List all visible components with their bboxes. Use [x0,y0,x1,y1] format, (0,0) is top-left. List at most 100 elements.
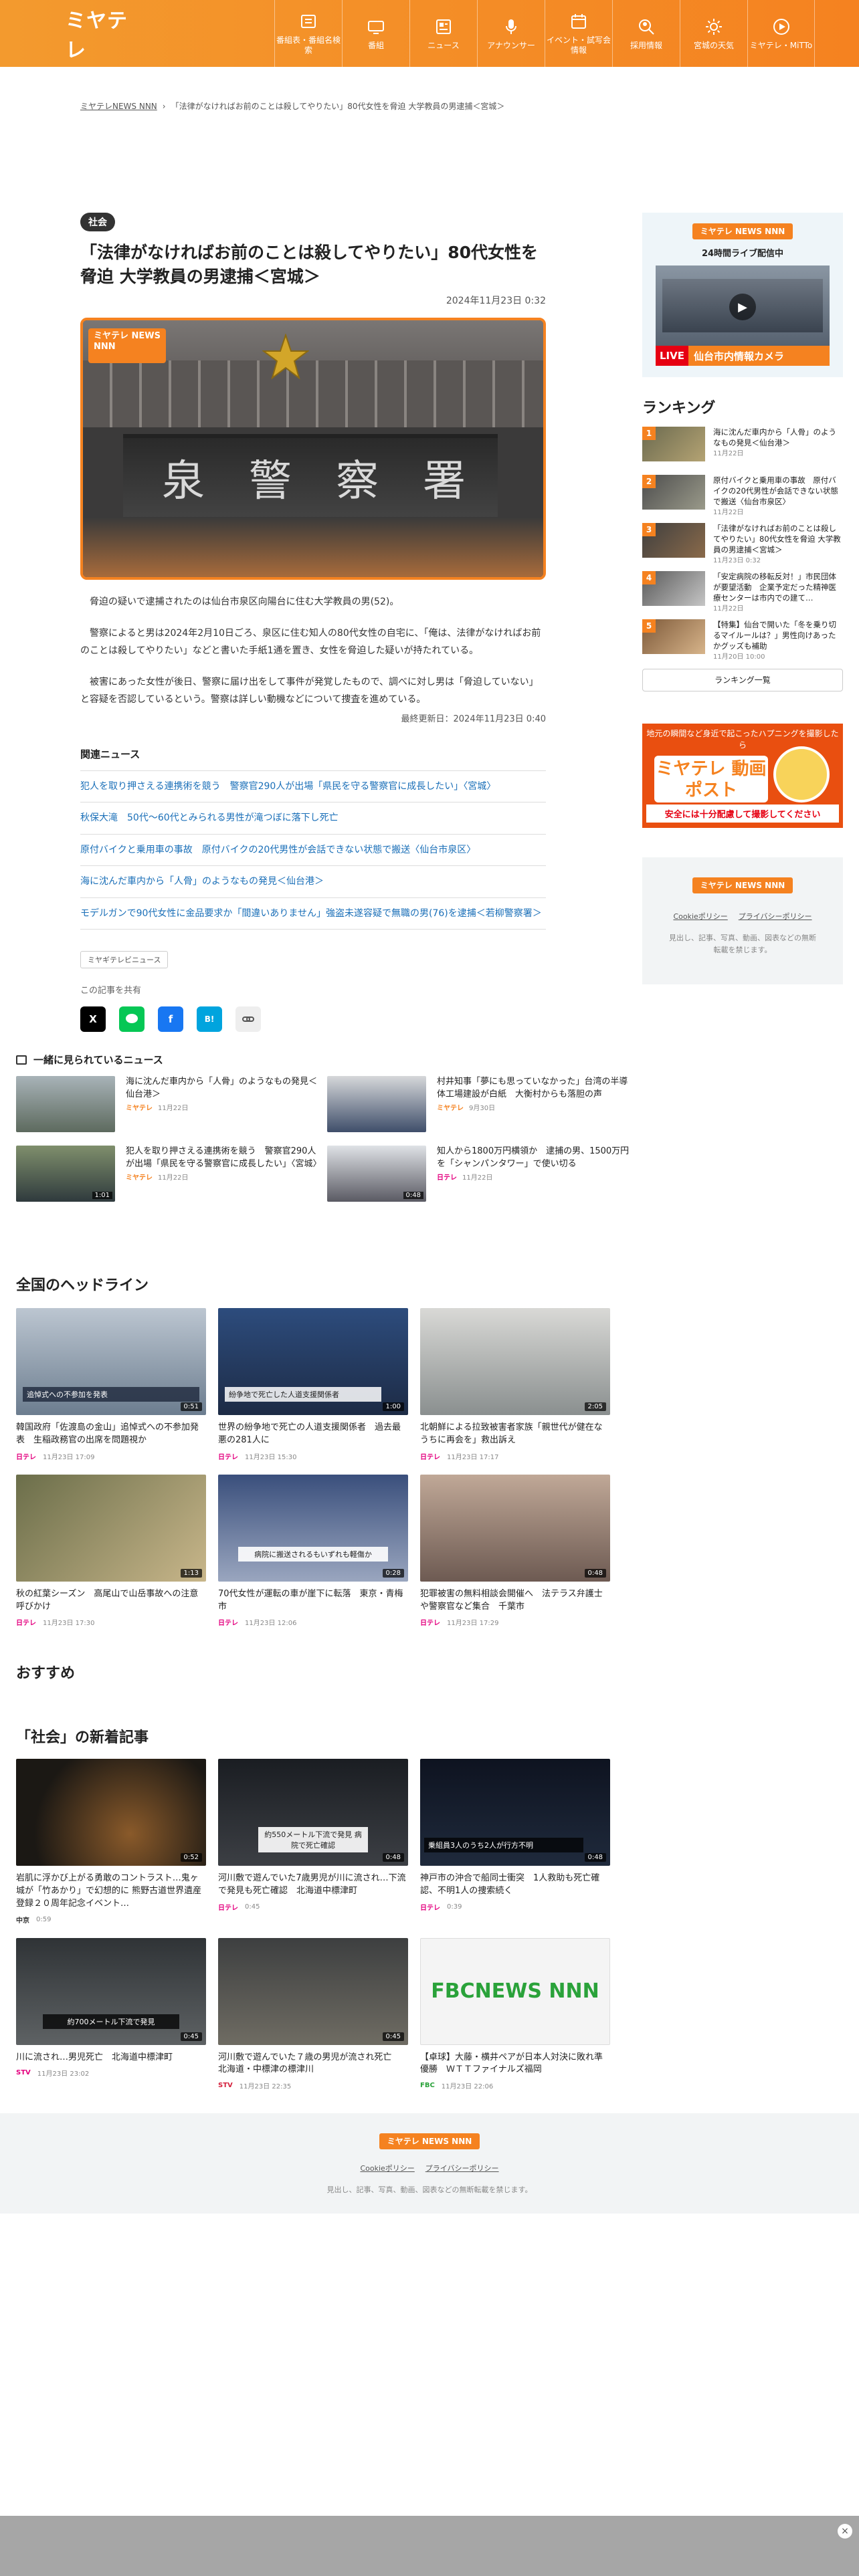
breadcrumb-home[interactable]: ミヤテレNEWS NNN [80,102,157,111]
nav-weather[interactable]: 宮城の天気 [680,0,747,67]
nav-tv-guide[interactable]: 番組表・番組名検索 [274,0,342,67]
nav-programs[interactable]: 番組 [342,0,409,67]
nav-events[interactable]: イベント・試写会情報 [545,0,612,67]
main-nav: 番組表・番組名検索 番組 ニュース アナウンサー イベント・試写会情報 採用情報… [274,0,815,67]
related-news-link[interactable]: 秋保大滝 50代〜60代とみられる男性が滝つぼに落下し死亡 [80,802,546,835]
rank-number: 2 [642,475,656,488]
news-icon [434,17,454,37]
ranking-item[interactable]: 1 海に沈んだ車内から「人骨」のようなもの発見＜仙台港＞ 11月22日 [642,427,843,465]
nav-label: ニュース [427,40,460,50]
article-title: 「法律がなければお前のことは殺してやりたい」80代女性を脅迫 大学教員の男逮捕＜… [80,243,539,286]
related-news-list: 犯人を取り押さえる連携術を競う 警察官290人が出場「県民を守る警察官に成長した… [80,771,546,930]
facebook-share-icon[interactable]: f [158,1006,183,1032]
news-thumbnail: 約700メートル下流で発見 0:45 [16,1937,206,2045]
line-share-icon[interactable] [119,1006,145,1032]
microphone-icon [501,17,521,37]
live-text: 24時間ライブ配信中 [701,249,784,259]
thumbnail-caption: 紛争地で死亡した人道支援関係者 [225,1387,381,1402]
widely-read-item[interactable]: 海に沈んだ車内から「人骨」のようなもの発見＜仙台港＞ ミヤテレ 11月22日 [16,1076,320,1134]
ranking-thumbnail: 5 [642,619,705,654]
rank-number: 4 [642,571,656,584]
video-duration: 0:48 [584,1853,606,1862]
news-date: 0:39 [447,1903,462,1911]
video-duration: 0:51 [180,1402,202,1411]
live-stream-box[interactable]: ミヤテレ NEWS NNN 24時間ライブ配信中 ▶ LIVE 仙台市内情報カメラ [642,213,843,377]
copy-link-icon[interactable] [235,1006,261,1032]
news-card[interactable]: 紛争地で死亡した人道支援関係者 1:00 世界の紛争地で死亡の人道支援関係者 過去… [218,1308,408,1461]
nav-label: アナウンサー [487,40,535,50]
ranking-more-button[interactable]: ランキング一覧 [642,669,843,691]
related-news-link[interactable]: モデルガンで90代女性に金品要求か「間違いありません」強盗未遂容疑で無職の男(7… [80,898,546,930]
widely-read-item[interactable]: 0:48 知人から1800万円横領か 逮捕の男、1500万円を「シャンパンタワー… [327,1146,632,1203]
nav-mitto[interactable]: ミヤテレ・MiTTo [747,0,815,67]
news-card[interactable]: 0:52 岩肌に浮かび上がる勇敢のコントラスト…鬼ヶ城が「竹あかり」で幻想的に … [16,1759,206,1925]
play-icon[interactable]: ▶ [729,294,756,320]
news-title: 世界の紛争地で死亡の人道支援関係者 過去最悪の281人に [218,1422,401,1445]
privacy-policy-link[interactable]: プライバシーポリシー [739,912,812,921]
news-card[interactable]: 1:13 秋の紅葉シーズン 高尾山で山岳事故への注意呼びかけ 日テレ 11月23日… [16,1474,206,1628]
close-icon[interactable]: × [838,2524,852,2539]
category-badge[interactable]: 社会 [80,213,115,231]
nav-announcers[interactable]: アナウンサー [477,0,545,67]
news-thumbnail: 追悼式への不参加を発表 0:51 [16,1308,206,1415]
article: 社会 「法律がなければお前のことは殺してやりたい」80代女性を脅迫 大学教員の男… [80,213,546,1032]
news-date: 11月22日 [158,1104,189,1112]
news-card[interactable]: 約700メートル下流で発見 0:45 川に流され…男児死亡 北海道中標津町 STV… [16,1937,206,2091]
calendar-icon [569,11,589,31]
video-duration: 0:45 [180,2032,202,2041]
news-thumbnail: 0:48 [420,1474,610,1582]
ranking-date: 11月20日 10:00 [713,653,765,661]
news-card[interactable]: 病院に搬送されるもいずれも軽傷か 0:28 70代女性が運転の車が崖下に転落 東京… [218,1474,408,1628]
source-label: 日テレ [218,1620,238,1628]
ranking-item[interactable]: 5 【特集】仙台で開いた「冬を乗り切るマイルールは？」男性向けあったかグッズも補… [642,619,843,661]
live-camera-thumbnail[interactable]: ▶ LIVE 仙台市内情報カメラ [656,265,830,366]
nav-news[interactable]: ニュース [409,0,477,67]
news-card[interactable]: 2:05 北朝鮮による拉致被害者家族「親世代が健在なうちに再会を」救出訴え 日テ… [420,1308,610,1461]
x-share-icon[interactable]: X [80,1006,106,1032]
thumbnail-caption: 乗組員3人のうち2人が行方不明 [424,1838,583,1852]
site-logo[interactable]: ミヤテレ [66,9,146,62]
cookie-policy-link[interactable]: Cookieポリシー [360,2164,414,2173]
privacy-policy-link[interactable]: プライバシーポリシー [425,2164,499,2173]
widely-read-item[interactable]: 村井知事「夢にも思っていなかった」台湾の半導体工場建設が白紙 大衡村からも落胆の… [327,1076,632,1134]
news-card[interactable]: 追悼式への不参加を発表 0:51 韓国政府「佐渡島の金山」追悼式への不参加発表 生… [16,1308,206,1461]
article-body: 脅迫の疑いで逮捕されたのは仙台市泉区向陽台に住む大学教員の男(52)。 警察によ… [80,593,546,709]
widely-read-item[interactable]: 1:01 犯人を取り押さえる連携術を競う 警察官290人が出場「県民を守る警察官… [16,1146,322,1203]
article-paragraph: 被害にあった女性が後日、警察に届け出をして事件が発覚したもので、調べに対し男は「… [80,676,539,706]
ranking-item[interactable]: 3 「法律がなければお前のことは殺してやりたい」80代女性を脅迫 大学教員の男逮… [642,523,843,564]
sidebar: ミヤテレ NEWS NNN 24時間ライブ配信中 ▶ LIVE 仙台市内情報カメラ… [642,213,843,984]
nav-recruit[interactable]: 採用情報 [612,0,680,67]
related-news-link[interactable]: 犯人を取り押さえる連携術を競う 警察官290人が出場「県民を守る警察官に成長した… [80,771,546,803]
page-footer: ミヤテレ NEWS NNN Cookieポリシー プライバシーポリシー 見出し、記… [0,2113,859,2214]
bottom-ad-bar: × [0,2516,859,2576]
video-post-banner[interactable]: 地元の瞬間など身近で起こったハプニングを撮影したら ミヤテレ 動画ポスト 安全に… [642,724,843,828]
tv-guide-icon [298,11,318,31]
cookie-policy-link[interactable]: Cookieポリシー [673,912,727,921]
news-date: 11月23日 17:29 [447,1620,499,1628]
sidebar-footer-links: Cookieポリシー プライバシーポリシー [642,911,843,922]
news-card[interactable]: 乗組員3人のうち2人が行方不明 0:48 神戸市の沖合で船同士衝突 1人救助も死亡… [420,1759,610,1925]
ranking-item[interactable]: 4 「安定病院の移転反対！」市民団体が要望活動 企業予定だった精神医療センターは… [642,571,843,613]
ranking-item[interactable]: 2 原付バイクと乗用車の事故 原付バイクの20代男性が会話できない状態で搬送〈仙… [642,475,843,516]
news-thumbnail: 約550メートル下流で発見 病院で死亡確認 0:48 [218,1759,408,1866]
news-card[interactable]: 0:48 犯罪被害の無料相談会開催へ 法テラス弁護士や警察官など集合 千葉市 日… [420,1474,610,1628]
thumbnail-caption: 約550メートル下流で発見 病院で死亡確認 [258,1827,368,1852]
video-duration: 1:13 [180,1568,202,1578]
footer-logo[interactable]: ミヤテレ NEWS NNN [379,2133,480,2149]
related-news-link[interactable]: 原付バイクと乗用車の事故 原付バイクの20代男性が会話できない状態で搬送〈仙台市… [80,835,546,867]
news-card[interactable]: 0:45 河川敷で遊んでいた７歳の男児が流され死亡 北海道・中標津の標津川 ST… [218,1937,408,2090]
news-title: 犯人を取り押さえる連携術を競う 警察官290人が出場「県民を守る警察官に成長した… [126,1146,322,1169]
live-news-logo: ミヤテレ NEWS NNN [692,223,793,239]
news-date: 11月23日 12:06 [245,1620,297,1628]
mascot-image [773,746,830,802]
news-card[interactable]: FBCNEWS NNN 【卓球】大藤・横井ペアが日本人対決に敗れ準優勝 ＷＴＴフ… [420,1937,610,2090]
news-card[interactable]: 約550メートル下流で発見 病院で死亡確認 0:48 河川敷で遊んでいた7歳男児が… [218,1759,408,1925]
article-tag[interactable]: ミヤギテレビニュース [80,950,169,968]
ranking-thumbnail: 4 [642,571,705,606]
nav-label: イベント・試写会情報 [546,35,611,55]
hatena-share-icon[interactable]: B! [197,1006,222,1032]
source-label: 日テレ [16,1620,36,1628]
news-thumbnail: 2:05 [420,1308,610,1415]
news-date: 0:45 [245,1903,260,1911]
related-news-link[interactable]: 海に沈んだ車内から「人骨」のようなもの発見＜仙台港＞ [80,866,546,898]
